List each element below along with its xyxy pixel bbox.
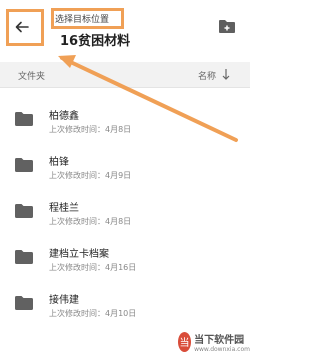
folder-list: 柏德鑫 上次修改时间：4月8日 柏锋 上次修改时间：4月9日 程桂兰 上次修改时…	[0, 96, 250, 326]
folder-modified-date: 上次修改时间：4月16日	[49, 263, 137, 272]
watermark-url: www.downxia.com	[194, 345, 250, 353]
sort-by-name-button[interactable]: 名称	[198, 69, 216, 82]
watermark-logo-icon: 当	[178, 331, 192, 352]
page-title: 16贫困材料	[60, 34, 131, 49]
folder-icon	[15, 296, 33, 310]
list-item[interactable]: 柏锋 上次修改时间：4月9日	[0, 142, 250, 188]
folder-icon	[15, 112, 33, 126]
list-item[interactable]: 接伟建 上次修改时间：4月10日	[0, 280, 250, 326]
page-subtitle: 选择目标位置	[55, 15, 110, 25]
folder-add-icon	[219, 19, 235, 33]
list-item[interactable]: 建档立卡档案 上次修改时间：4月16日	[0, 234, 250, 280]
list-item[interactable]: 程桂兰 上次修改时间：4月8日	[0, 188, 250, 234]
folder-column-label: 文件夹	[18, 72, 46, 82]
folder-name: 柏锋	[49, 157, 69, 168]
back-button-highlight	[6, 9, 44, 46]
sort-arrow-icon[interactable]	[221, 66, 231, 82]
folder-modified-date: 上次修改时间：4月8日	[49, 125, 132, 134]
top-app-bar: 选择目标位置 16贫困材料	[0, 0, 250, 52]
folder-name: 接伟建	[49, 295, 79, 306]
folder-icon	[15, 158, 33, 172]
folder-modified-date: 上次修改时间：4月9日	[49, 171, 132, 180]
new-folder-button[interactable]	[216, 15, 238, 37]
folder-modified-date: 上次修改时间：4月8日	[49, 217, 132, 226]
folder-icon	[15, 204, 33, 218]
watermark-text: 当下软件园	[194, 334, 245, 346]
folder-icon	[15, 250, 33, 264]
folder-name: 柏德鑫	[49, 111, 79, 122]
column-header: 文件夹 名称	[0, 62, 250, 88]
folder-modified-date: 上次修改时间：4月10日	[49, 309, 137, 318]
list-item[interactable]: 柏德鑫 上次修改时间：4月8日	[0, 96, 250, 142]
folder-name: 程桂兰	[49, 203, 79, 214]
folder-name: 建档立卡档案	[49, 249, 109, 260]
watermark: 当 当下软件园 www.downxia.com	[178, 323, 250, 360]
